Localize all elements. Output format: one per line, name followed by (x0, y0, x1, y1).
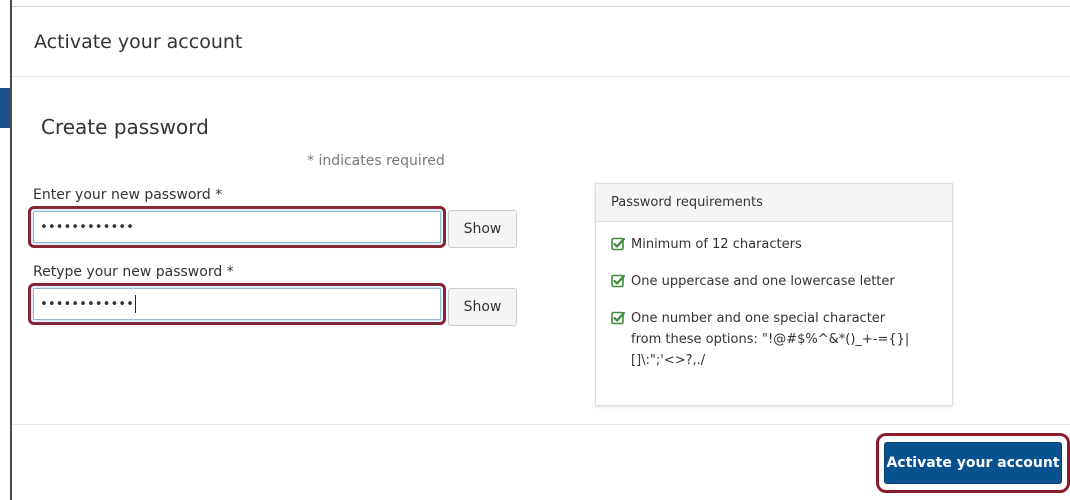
requirement-text: One number and one special character fro… (631, 311, 910, 368)
requirement-item: Minimum of 12 characters (611, 234, 938, 255)
retype-password-highlight: •••••••••••• (28, 283, 446, 325)
new-password-label: Enter your new password * (33, 187, 223, 203)
password-requirements-panel: Password requirements Minimum of 12 char… (595, 183, 953, 406)
checked-box-icon (611, 311, 625, 325)
retype-password-label: Retype your new password * (33, 264, 234, 280)
requirement-text: One uppercase and one lowercase letter (631, 274, 895, 289)
page: Activate your account Create password * … (0, 0, 1070, 500)
activate-account-button[interactable]: Activate your account (884, 442, 1062, 484)
activate-account-modal: Activate your account Create password * … (12, 6, 1070, 500)
form-heading: Create password (41, 115, 209, 139)
requirements-list: Minimum of 12 characters One uppercase a… (596, 222, 952, 371)
new-password-highlight: •••••••••••• (28, 206, 446, 248)
activate-button-highlight: Activate your account (876, 433, 1070, 493)
checked-box-icon (611, 274, 625, 288)
modal-footer: Activate your account (12, 424, 1070, 500)
show-new-password-button[interactable]: Show (448, 210, 517, 248)
new-password-input[interactable]: •••••••••••• (33, 211, 441, 243)
requirement-text: Minimum of 12 characters (631, 237, 802, 252)
backdrop-accent (0, 88, 10, 128)
new-password-value: •••••••••••• (40, 219, 134, 235)
requirements-title: Password requirements (596, 184, 952, 222)
backdrop-edge (0, 0, 12, 500)
modal-header: Activate your account (12, 7, 1070, 77)
checked-box-icon (611, 237, 625, 251)
retype-password-input[interactable]: •••••••••••• (33, 288, 441, 320)
modal-title: Activate your account (34, 30, 243, 53)
required-note: * indicates required (307, 153, 445, 169)
requirement-item: One number and one special character fro… (611, 308, 938, 371)
retype-password-value: •••••••••••• (40, 296, 134, 312)
requirement-item: One uppercase and one lowercase letter (611, 271, 938, 292)
text-caret (134, 295, 136, 313)
show-retype-password-button[interactable]: Show (448, 288, 517, 326)
